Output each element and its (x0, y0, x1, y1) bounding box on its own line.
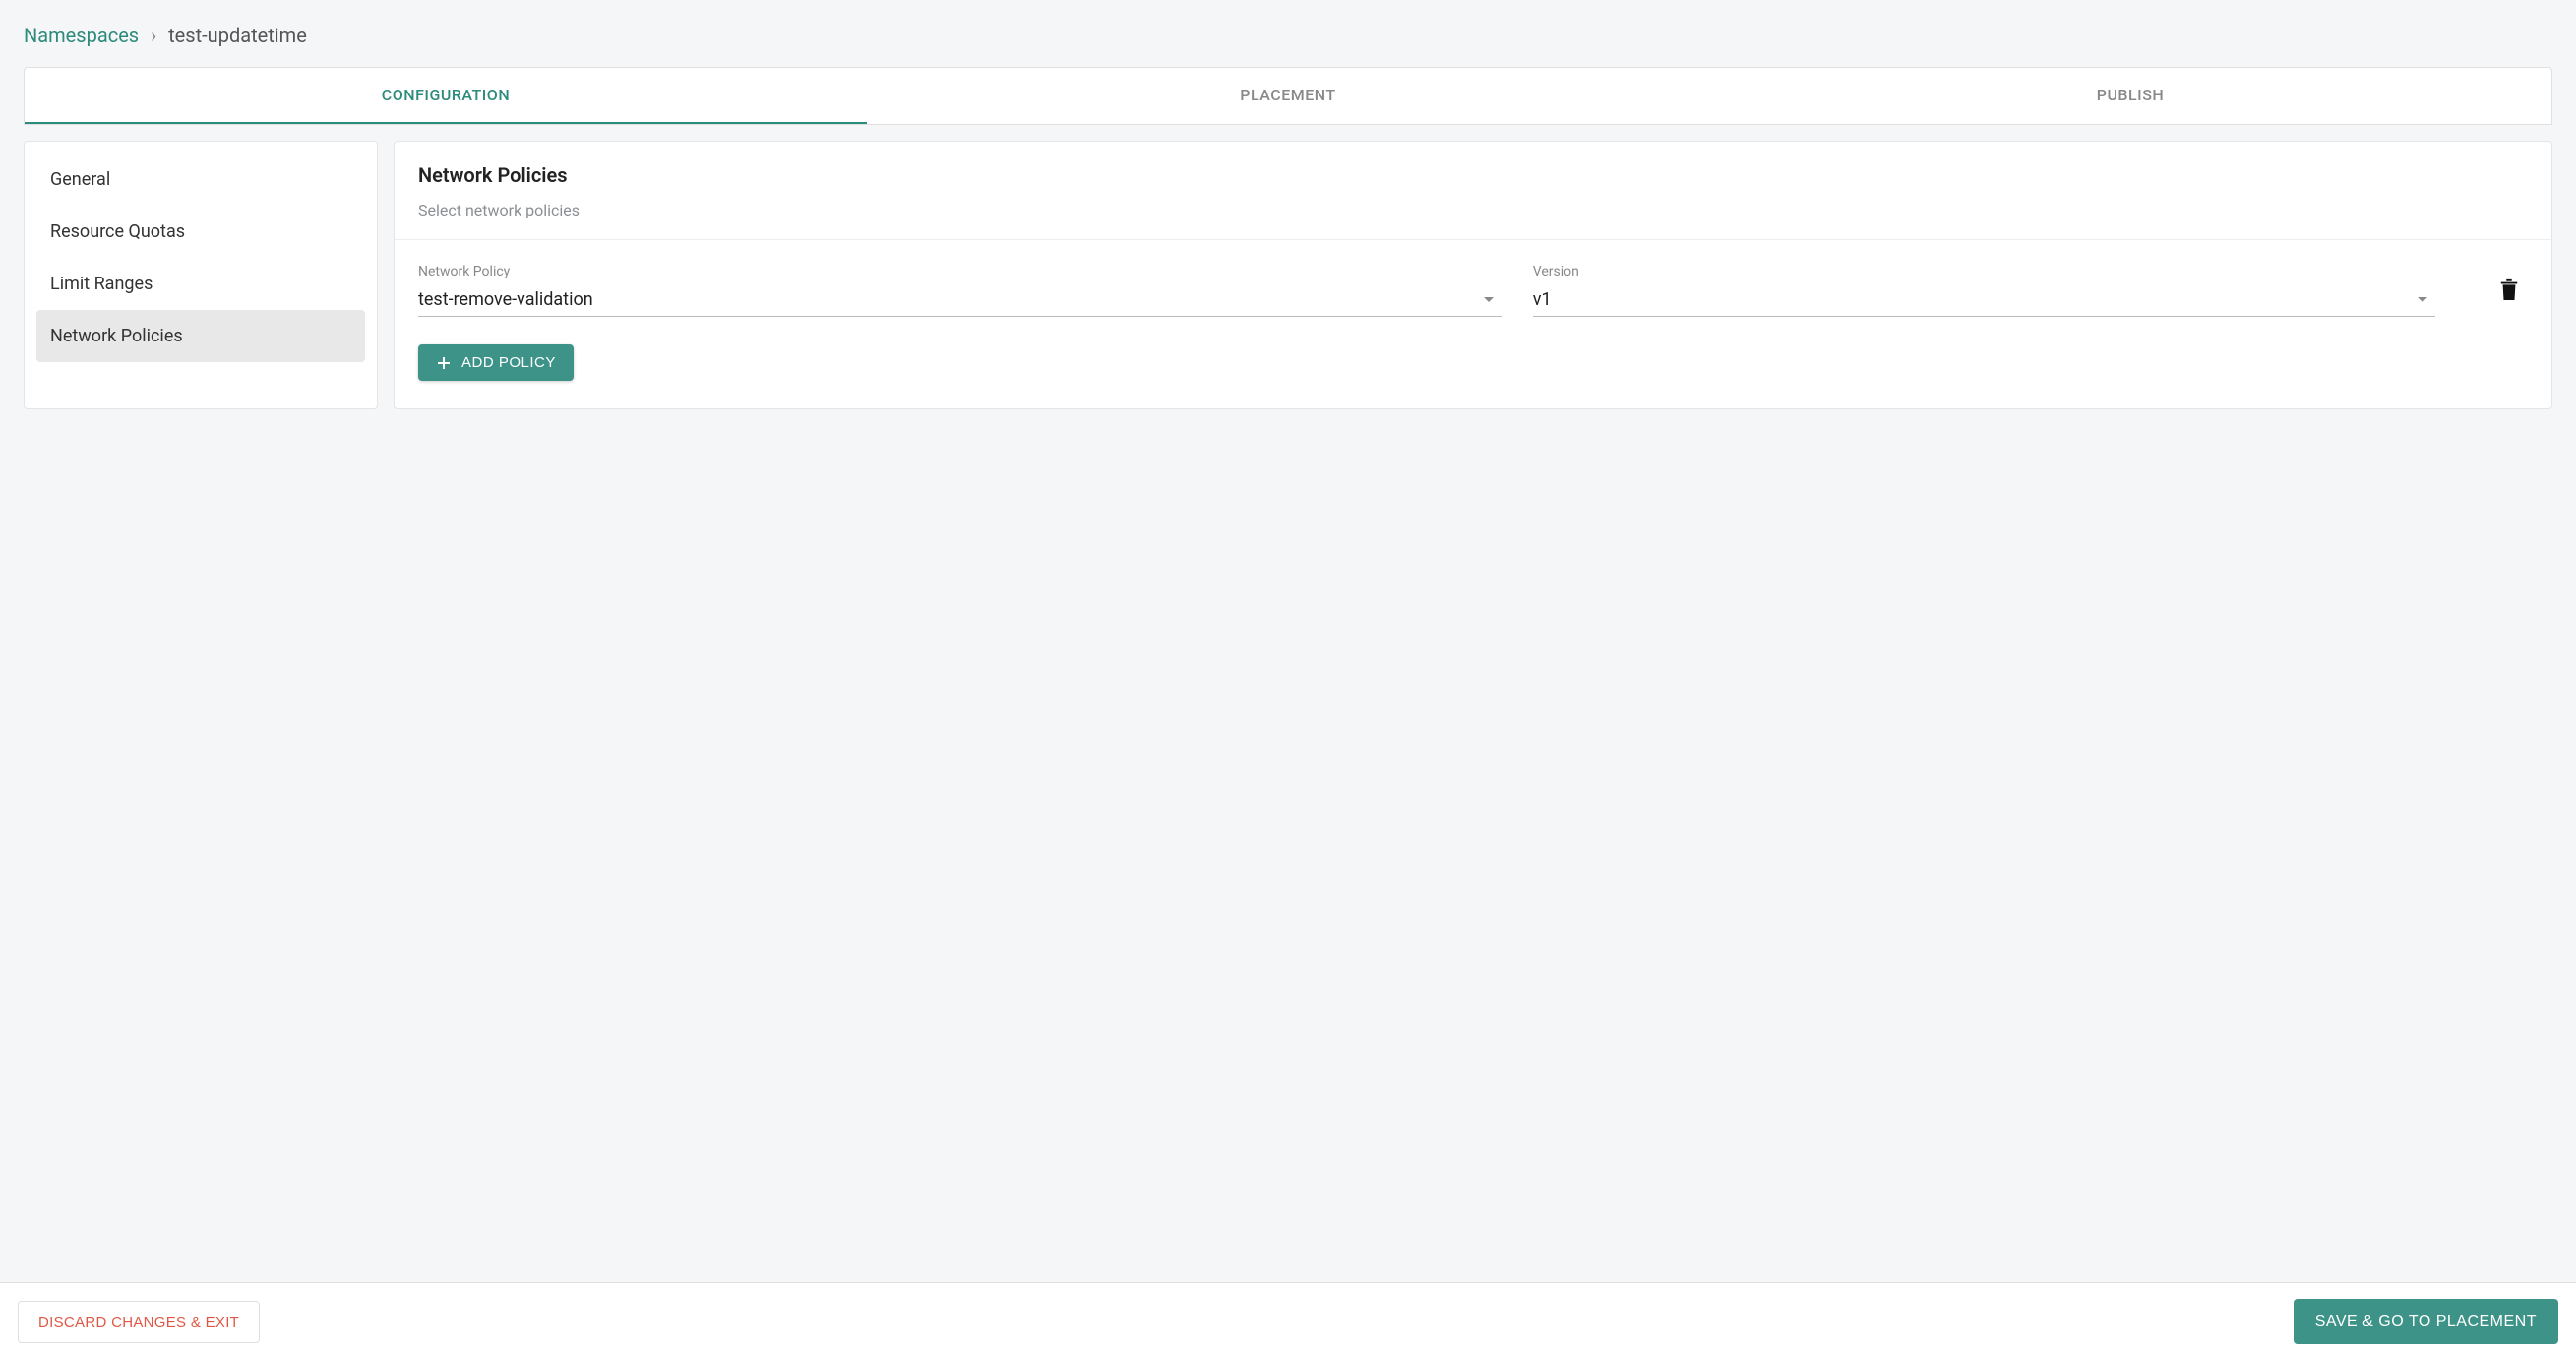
version-select[interactable]: v1 (1533, 285, 2435, 317)
delete-policy-button[interactable] (2490, 269, 2528, 313)
sidebar-item-general[interactable]: General (36, 154, 365, 206)
sidebar-item-resource-quotas[interactable]: Resource Quotas (36, 206, 365, 258)
tab-placement[interactable]: PLACEMENT (867, 68, 1709, 124)
version-field: Version v1 (1533, 264, 2435, 317)
discard-button[interactable]: DISCARD CHANGES & EXIT (18, 1301, 260, 1343)
sidebar-item-network-policies[interactable]: Network Policies (36, 310, 365, 362)
chevron-down-icon (1484, 297, 1494, 302)
breadcrumb-separator: › (151, 24, 156, 47)
panel-title: Network Policies (418, 163, 2528, 187)
trash-icon (2498, 277, 2520, 302)
network-policy-field: Network Policy test-remove-validation (418, 264, 1502, 317)
tab-configuration[interactable]: CONFIGURATION (25, 68, 867, 124)
network-policy-value: test-remove-validation (418, 289, 593, 310)
chevron-down-icon (2418, 297, 2427, 302)
config-sidebar: General Resource Quotas Limit Ranges Net… (24, 141, 378, 409)
sidebar-item-limit-ranges[interactable]: Limit Ranges (36, 258, 365, 310)
breadcrumb-parent-link[interactable]: Namespaces (24, 24, 139, 47)
panel-subtitle: Select network policies (418, 201, 2528, 219)
footer-bar: DISCARD CHANGES & EXIT SAVE & GO TO PLAC… (0, 1282, 2576, 1360)
main-panel: Network Policies Select network policies… (394, 141, 2552, 409)
breadcrumb: Namespaces › test-updatetime (24, 24, 2552, 47)
plus-icon (436, 355, 452, 371)
add-policy-label: ADD POLICY (461, 354, 556, 371)
add-policy-button[interactable]: ADD POLICY (418, 344, 574, 381)
network-policy-select[interactable]: test-remove-validation (418, 285, 1502, 317)
tab-publish[interactable]: PUBLISH (1709, 68, 2551, 124)
tabs-container: CONFIGURATION PLACEMENT PUBLISH (24, 67, 2552, 125)
network-policy-label: Network Policy (418, 264, 1502, 279)
breadcrumb-current: test-updatetime (168, 24, 307, 47)
policy-row: Network Policy test-remove-validation Ve… (418, 264, 2528, 317)
save-button[interactable]: SAVE & GO TO PLACEMENT (2294, 1299, 2558, 1344)
version-label: Version (1533, 264, 2435, 279)
version-value: v1 (1533, 289, 1552, 310)
